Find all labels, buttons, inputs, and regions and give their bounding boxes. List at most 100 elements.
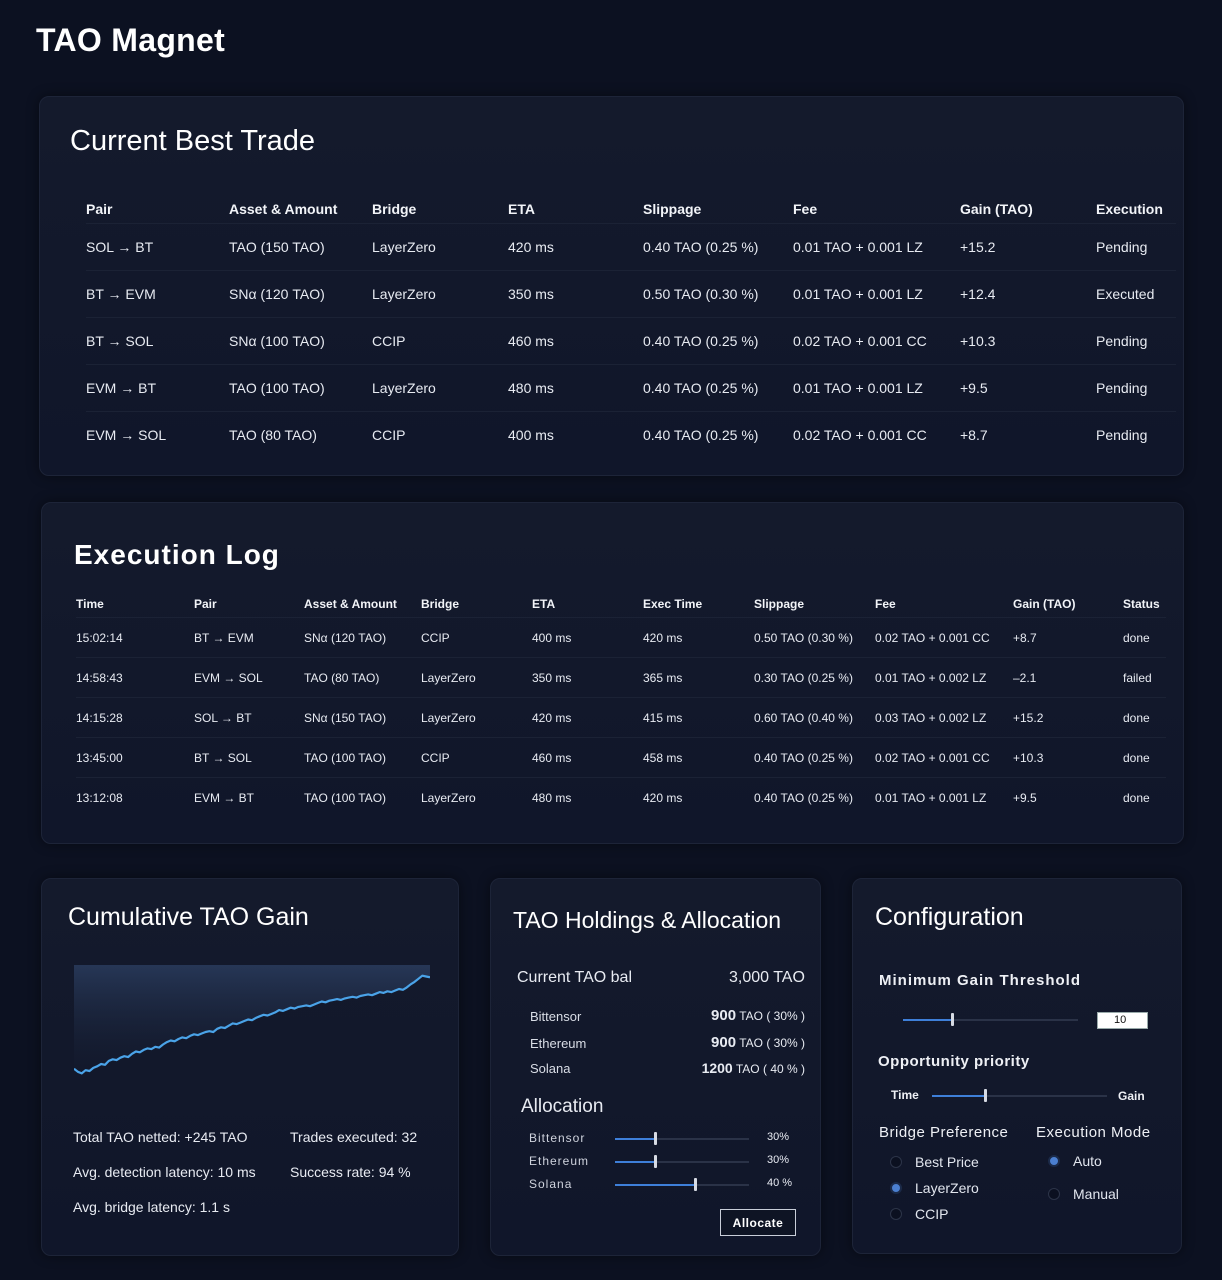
execution-log-row[interactable]: 15:02:14 BT → EVM SNα (120 TAO) CCIP 400 ms 4… bbox=[76, 617, 1166, 658]
radio-button[interactable] bbox=[890, 1208, 902, 1220]
bridge-preference-option[interactable]: LayerZero bbox=[890, 1180, 979, 1196]
best-trade-row[interactable]: EVM → BT TAO (100 TAO) LayerZero 480 ms 0.40… bbox=[86, 364, 1176, 412]
cumulative-gain-chart bbox=[74, 965, 430, 1075]
allocate-button[interactable]: Allocate bbox=[720, 1209, 796, 1236]
execution-mode-option-label: Auto bbox=[1073, 1153, 1102, 1169]
bridge-preference-option[interactable]: Best Price bbox=[890, 1154, 979, 1170]
execution-log-panel: Execution Log Time Pair Asset & Amount Brid… bbox=[41, 502, 1184, 844]
allocation-name-solana: Solana bbox=[529, 1177, 573, 1191]
best-trade-row[interactable]: BT → EVM SNα (120 TAO) LayerZero 350 ms 0.50… bbox=[86, 270, 1176, 318]
best-trade-cell: LayerZero bbox=[372, 270, 508, 318]
balance-value: 3,000 TAO bbox=[729, 969, 805, 986]
best-trade-col-header: Slippage bbox=[643, 201, 702, 217]
best-trade-row[interactable]: SOL → BT TAO (150 TAO) LayerZero 420 ms 0.40… bbox=[86, 223, 1176, 271]
execution-log-cell: 0.50 TAO (0.30 %) bbox=[754, 617, 875, 658]
execution-log-row[interactable]: 13:45:00 BT → SOL TAO (100 TAO) CCIP 460 ms 4… bbox=[76, 737, 1166, 778]
execution-log-row[interactable]: 13:12:08 EVM → BT TAO (100 TAO) LayerZero 48… bbox=[76, 777, 1166, 817]
execution-log-cell: SNα (150 TAO) bbox=[304, 697, 421, 738]
execution-log-col-header: ETA bbox=[532, 597, 556, 611]
slider-thumb[interactable] bbox=[984, 1089, 987, 1102]
best-trade-cell: 350 ms bbox=[508, 270, 643, 318]
radio-button[interactable] bbox=[1048, 1155, 1060, 1167]
best-trade-cell: 0.02 TAO + 0.001 CC bbox=[793, 411, 960, 458]
allocation-slider-bittensor[interactable] bbox=[615, 1132, 749, 1145]
execution-log-cell: +9.5 bbox=[1013, 777, 1123, 817]
execution-log-cell: CCIP bbox=[421, 617, 532, 658]
execution-log-cell: –2.1 bbox=[1013, 657, 1123, 698]
best-trade-col-header: Bridge bbox=[372, 201, 417, 217]
priority-slider[interactable] bbox=[932, 1089, 1107, 1102]
allocation-slider-ethereum[interactable] bbox=[615, 1155, 749, 1168]
execution-log-cell: SNα (120 TAO) bbox=[304, 617, 421, 658]
execution-log-cell: LayerZero bbox=[421, 657, 532, 698]
best-trade-cell: 420 ms bbox=[508, 223, 643, 271]
allocation-slider-solana[interactable] bbox=[615, 1178, 749, 1191]
best-trade-cell: +10.3 bbox=[960, 317, 1096, 365]
min-gain-slider[interactable] bbox=[903, 1013, 1078, 1026]
total-tao-netted: Total TAO netted: +245 TAO bbox=[73, 1129, 248, 1145]
execution-log-cell: 15:02:14 bbox=[76, 617, 194, 658]
min-gain-input[interactable]: 10 bbox=[1097, 1012, 1148, 1029]
avg-detection-latency: Avg. detection latency: 10 ms bbox=[73, 1164, 256, 1180]
execution-log-cell: 14:15:28 bbox=[76, 697, 194, 738]
best-trade-col-header: Asset & Amount bbox=[229, 201, 338, 217]
execution-log-col-header: Slippage bbox=[754, 597, 805, 611]
best-trade-panel: Current Best Trade Pair Asset & Amount Bri… bbox=[39, 96, 1184, 476]
execution-log-cell: 0.01 TAO + 0.001 LZ bbox=[875, 777, 1013, 817]
radio-button[interactable] bbox=[890, 1156, 902, 1168]
radio-button[interactable] bbox=[1048, 1188, 1060, 1200]
execution-log-cell: TAO (100 TAO) bbox=[304, 777, 421, 817]
execution-log-cell: 13:45:00 bbox=[76, 737, 194, 778]
execution-log-row[interactable]: 14:58:43 EVM → SOL TAO (80 TAO) LayerZero 35… bbox=[76, 657, 1166, 698]
slider-thumb[interactable] bbox=[694, 1178, 697, 1191]
best-trade-cell: +9.5 bbox=[960, 364, 1096, 412]
best-trade-row[interactable]: BT → SOL SNα (100 TAO) CCIP 460 ms 0.40 TAO … bbox=[86, 317, 1176, 365]
priority-label: Opportunity priority bbox=[878, 1053, 1030, 1070]
priority-left-label: Time bbox=[891, 1088, 919, 1102]
best-trade-col-header: Pair bbox=[86, 201, 113, 217]
execution-log-cell: +8.7 bbox=[1013, 617, 1123, 658]
best-trade-cell: TAO (100 TAO) bbox=[229, 364, 372, 412]
execution-log-cell: 415 ms bbox=[643, 697, 754, 738]
cumulative-gain-title: Cumulative TAO Gain bbox=[68, 903, 309, 931]
best-trade-cell: Pending bbox=[1096, 364, 1176, 412]
best-trade-cell: 0.40 TAO (0.25 %) bbox=[643, 411, 793, 458]
execution-log-cell: 0.30 TAO (0.25 %) bbox=[754, 657, 875, 698]
execution-log-cell: 400 ms bbox=[532, 617, 643, 658]
execution-log-cell: 458 ms bbox=[643, 737, 754, 778]
bridge-preference-option-label: LayerZero bbox=[915, 1180, 979, 1196]
execution-log-cell: 420 ms bbox=[643, 617, 754, 658]
best-trade-cell: BT → SOL bbox=[86, 317, 229, 365]
execution-log-cell: done bbox=[1123, 697, 1166, 738]
best-trade-row[interactable]: EVM → SOL TAO (80 TAO) CCIP 400 ms 0.40 TAO … bbox=[86, 411, 1176, 458]
slider-thumb[interactable] bbox=[951, 1013, 954, 1026]
best-trade-cell: CCIP bbox=[372, 317, 508, 365]
execution-log-cell: +10.3 bbox=[1013, 737, 1123, 778]
best-trade-cell: 0.40 TAO (0.25 %) bbox=[643, 317, 793, 365]
execution-log-cell: BT → EVM bbox=[194, 617, 304, 658]
execution-mode-option[interactable]: Auto bbox=[1048, 1153, 1102, 1169]
slider-thumb[interactable] bbox=[654, 1155, 657, 1168]
execution-log-cell: SOL → BT bbox=[194, 697, 304, 738]
execution-log-cell: CCIP bbox=[421, 737, 532, 778]
bridge-preference-option-label: Best Price bbox=[915, 1154, 979, 1170]
bridge-preference-option[interactable]: CCIP bbox=[890, 1206, 948, 1222]
execution-log-row[interactable]: 14:15:28 SOL → BT SNα (150 TAO) LayerZero 42… bbox=[76, 697, 1166, 738]
slider-thumb[interactable] bbox=[654, 1132, 657, 1145]
execution-mode-option[interactable]: Manual bbox=[1048, 1186, 1119, 1202]
allocation-pct-ethereum: 30% bbox=[767, 1154, 790, 1166]
execution-log-cell: 350 ms bbox=[532, 657, 643, 698]
best-trade-cell: Pending bbox=[1096, 317, 1176, 365]
best-trade-cell: 0.40 TAO (0.25 %) bbox=[643, 223, 793, 271]
best-trade-cell: 460 ms bbox=[508, 317, 643, 365]
allocation-name-bittensor: Bittensor bbox=[529, 1131, 586, 1145]
execution-log-cell: 420 ms bbox=[643, 777, 754, 817]
radio-button[interactable] bbox=[890, 1182, 902, 1194]
execution-log-cell: +15.2 bbox=[1013, 697, 1123, 738]
execution-log-cell: done bbox=[1123, 617, 1166, 658]
best-trade-cell: 400 ms bbox=[508, 411, 643, 458]
app-title: TAO Magnet bbox=[36, 22, 226, 58]
best-trade-cell: 0.01 TAO + 0.001 LZ bbox=[793, 270, 960, 318]
best-trade-title: Current Best Trade bbox=[70, 125, 315, 157]
avg-bridge-latency: Avg. bridge latency: 1.1 s bbox=[73, 1199, 230, 1215]
